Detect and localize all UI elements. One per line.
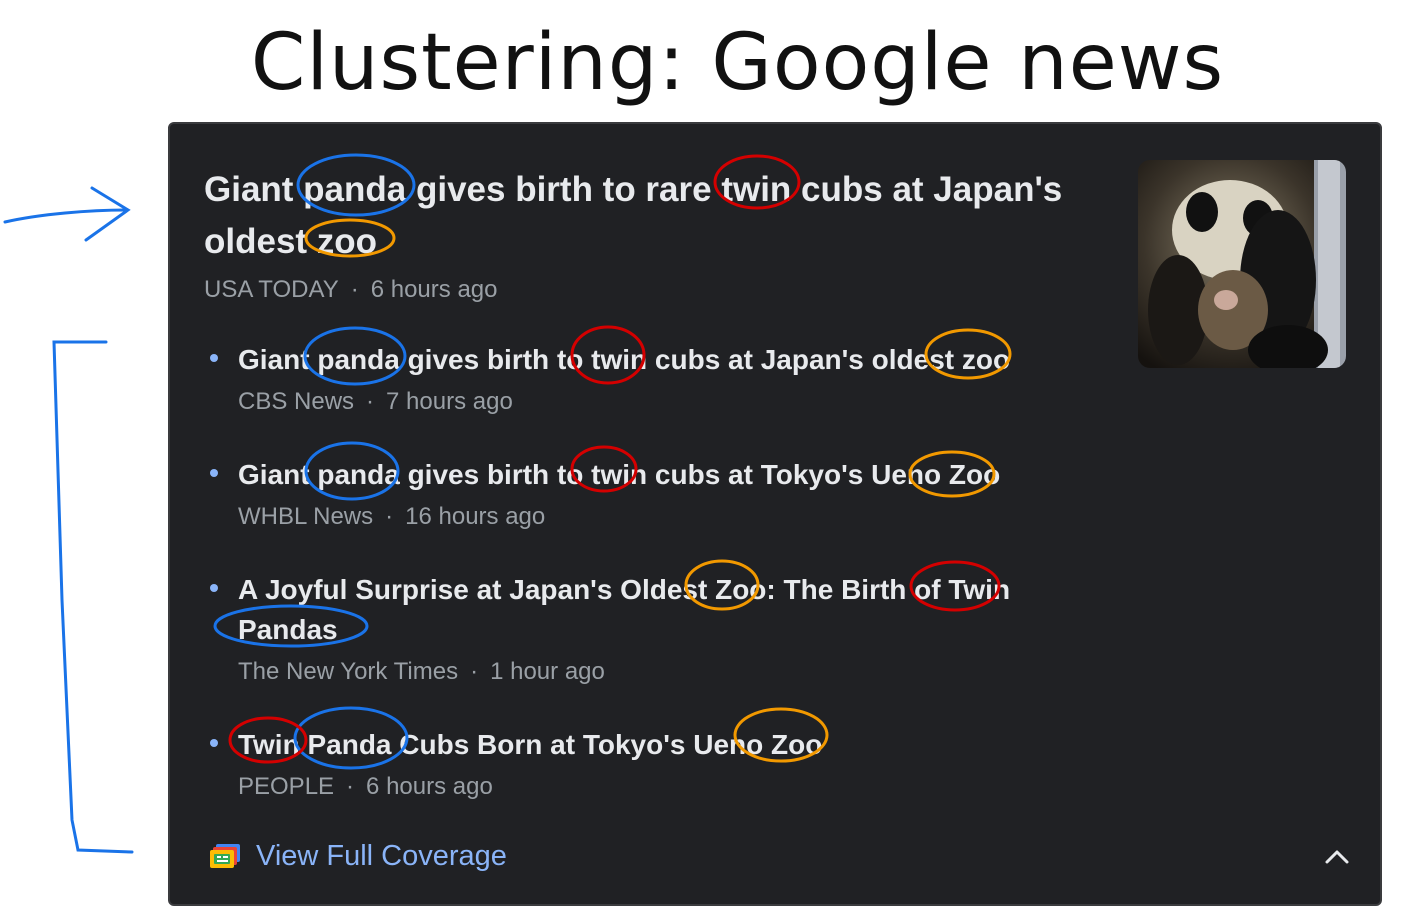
main-headline[interactable]: Giant panda gives birth to rare twin cub…: [204, 164, 1084, 268]
article-meta: The New York Times · 1 hour ago: [238, 658, 605, 685]
article-source: PEOPLE: [238, 773, 335, 800]
article-time: 7 hours ago: [386, 388, 513, 415]
cluster-bracket: [52, 340, 134, 854]
article-time: 1 hour ago: [490, 658, 605, 685]
article-title[interactable]: Twin Panda Cubs Born at Tokyo's Ueno Zoo: [238, 725, 1038, 765]
main-source: USA TODAY: [204, 276, 339, 303]
view-full-coverage-label[interactable]: View Full Coverage: [256, 840, 507, 873]
bullet: [210, 739, 218, 747]
full-coverage-icon: [210, 844, 240, 868]
article-source: The New York Times: [238, 658, 459, 685]
main-meta: USA TODAY · 6 hours ago: [204, 276, 498, 303]
article-title[interactable]: Giant panda gives birth to twin cubs at …: [238, 455, 1038, 495]
view-full-coverage-link[interactable]: View Full Coverage: [210, 836, 507, 876]
headline-thumbnail[interactable]: [1138, 160, 1346, 368]
article-source: WHBL News: [238, 503, 374, 530]
main-time: 6 hours ago: [370, 276, 498, 303]
chevron-up-icon[interactable]: [1322, 842, 1352, 872]
article-time: 16 hours ago: [405, 503, 546, 530]
news-cluster-card: Giant panda gives birth to rare twin cub…: [168, 122, 1382, 906]
bullet: [210, 354, 218, 362]
bullet: [210, 584, 218, 592]
article-meta: CBS News · 7 hours ago: [238, 388, 513, 415]
article-time: 6 hours ago: [366, 773, 493, 800]
pointer-arrow: [3, 186, 131, 242]
panda-photo: [1138, 160, 1346, 368]
bullet: [210, 469, 218, 477]
article-title[interactable]: Giant panda gives birth to twin cubs at …: [238, 340, 1038, 380]
article-meta: WHBL News · 16 hours ago: [238, 503, 546, 530]
article-title[interactable]: A Joyful Surprise at Japan's Oldest Zoo:…: [238, 570, 1018, 650]
article-source: CBS News: [238, 388, 355, 415]
article-meta: PEOPLE · 6 hours ago: [238, 773, 493, 800]
slide-title: Clustering: Google news: [250, 18, 1225, 108]
